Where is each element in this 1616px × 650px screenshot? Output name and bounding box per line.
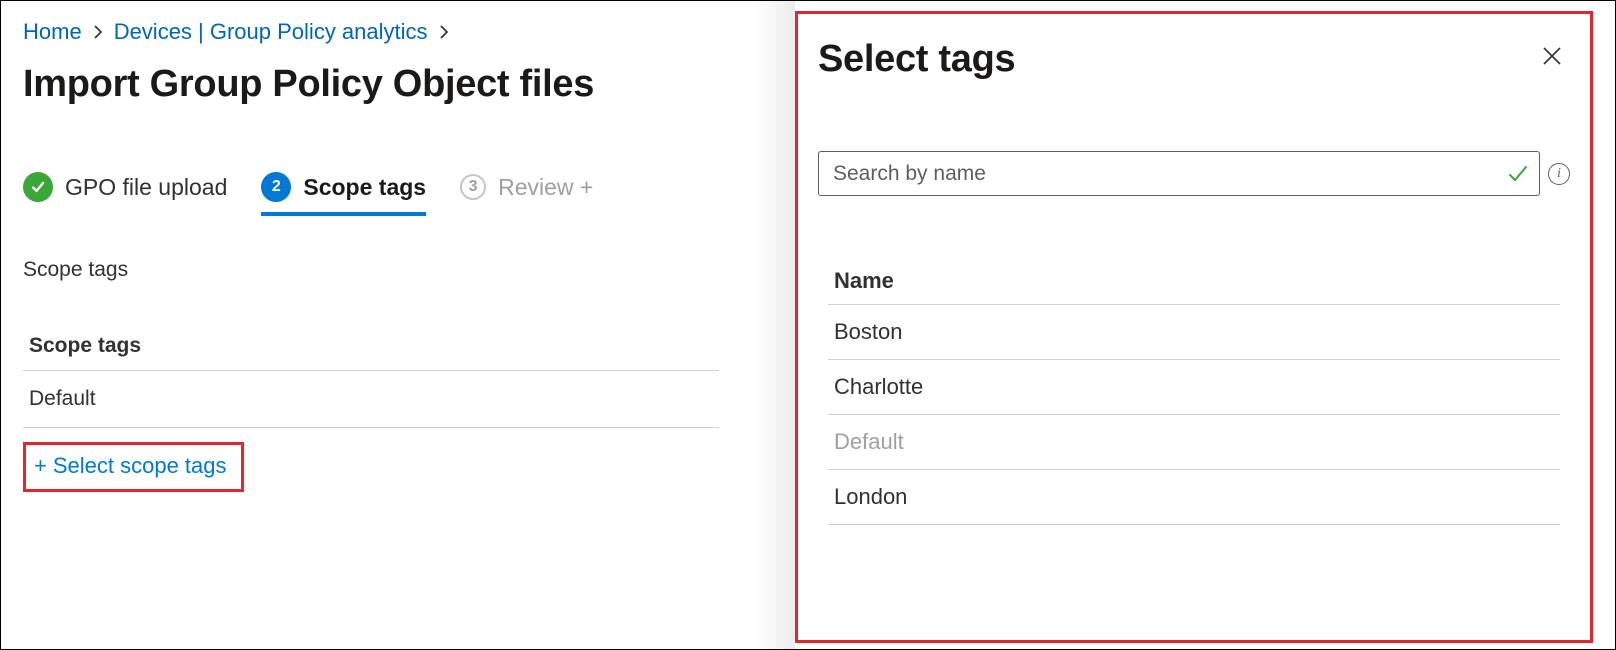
list-item[interactable]: London — [828, 470, 1560, 525]
wizard-stepper: GPO file upload 2 Scope tags 3 Review + — [23, 172, 719, 212]
step-review[interactable]: 3 Review + — [460, 174, 593, 211]
close-icon — [1541, 45, 1563, 67]
info-icon[interactable]: i — [1548, 163, 1570, 185]
list-item[interactable]: Default — [828, 415, 1560, 470]
chevron-right-icon — [438, 25, 450, 39]
panel-title: Select tags — [818, 38, 1015, 81]
chevron-right-icon — [92, 25, 104, 39]
step-scope-tags[interactable]: 2 Scope tags — [261, 172, 426, 212]
breadcrumb-home[interactable]: Home — [23, 19, 82, 45]
scope-tags-table: Scope tags Default — [23, 322, 719, 428]
search-box — [818, 151, 1540, 196]
main-content: Home Devices | Group Policy analytics Im… — [1, 1, 741, 649]
step-label: GPO file upload — [65, 174, 227, 201]
list-item[interactable]: Charlotte — [828, 360, 1560, 415]
plus-icon: + — [34, 453, 47, 479]
check-icon — [23, 172, 53, 202]
column-header: Name — [828, 258, 1560, 305]
column-header: Scope tags — [23, 322, 719, 371]
step-label: Scope tags — [303, 174, 426, 201]
list-item[interactable]: Boston — [828, 305, 1560, 360]
breadcrumb: Home Devices | Group Policy analytics — [23, 19, 719, 45]
page-title: Import Group Policy Object files — [23, 63, 719, 106]
breadcrumb-devices[interactable]: Devices | Group Policy analytics — [114, 19, 428, 45]
section-heading: Scope tags — [23, 258, 719, 282]
check-icon — [1506, 162, 1530, 186]
button-label: Select scope tags — [53, 453, 227, 479]
close-button[interactable] — [1534, 38, 1570, 74]
tag-list: Name Boston Charlotte Default London — [818, 258, 1570, 525]
step-number-icon: 2 — [261, 172, 291, 202]
search-input[interactable] — [818, 151, 1540, 196]
select-scope-tags-button[interactable]: + Select scope tags — [34, 453, 227, 479]
step-gpo-upload[interactable]: GPO file upload — [23, 172, 227, 212]
table-row: Default — [23, 371, 719, 428]
select-tags-panel: Select tags i Name Boston Charlotte Defa… — [795, 11, 1593, 643]
panel-shadow — [755, 1, 795, 649]
step-label: Review + — [498, 174, 593, 201]
step-number-icon: 3 — [460, 174, 486, 200]
highlight-box: + Select scope tags — [23, 442, 244, 492]
